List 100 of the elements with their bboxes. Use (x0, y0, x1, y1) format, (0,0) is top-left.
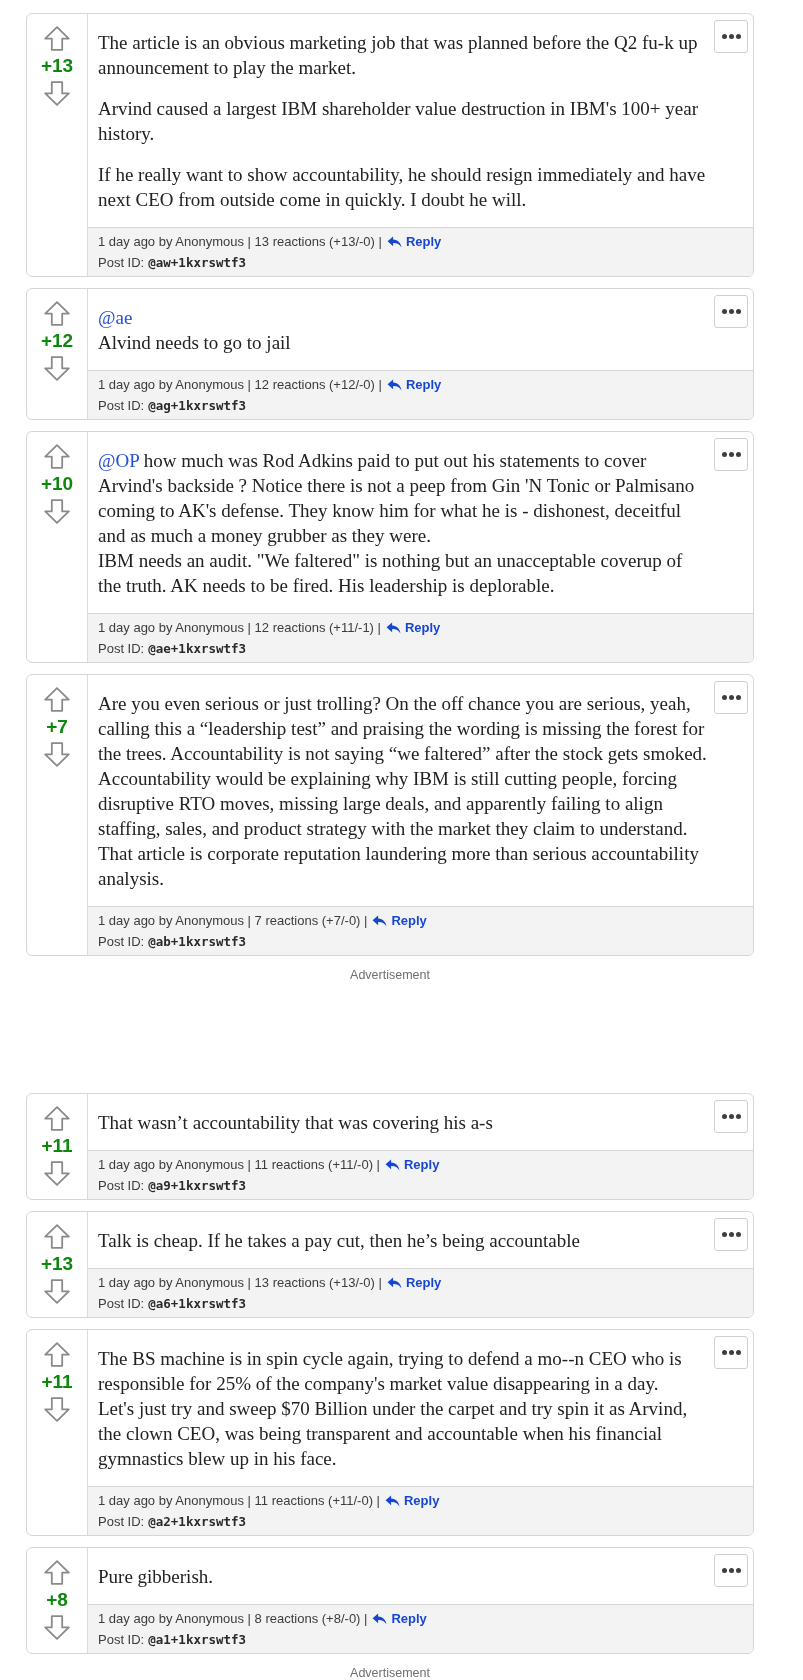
downvote-button[interactable] (44, 1161, 70, 1186)
post-id: @ab+1kxrswtf3 (148, 934, 247, 949)
down-arrow-icon (44, 81, 70, 106)
down-arrow-icon (44, 742, 70, 767)
post-meta: 1 day ago by Anonymous | 13 reactions (+13/-0) | (98, 234, 382, 249)
more-options-button[interactable] (714, 1554, 748, 1587)
ellipsis-icon (721, 1114, 741, 1119)
vote-score: +12 (40, 329, 74, 353)
comment-text: That wasn’t accountability that was covering his a-s (98, 1111, 494, 1135)
downvote-button[interactable] (44, 742, 70, 767)
reply-link[interactable]: Reply (384, 1493, 440, 1508)
post-meta: 1 day ago by Anonymous | 11 reactions (+11/-0) | (98, 1157, 380, 1172)
reply-icon (372, 914, 388, 927)
post-meta: 1 day ago by Anonymous | 7 reactions (+7/-0) | (98, 913, 368, 928)
upvote-button[interactable] (44, 301, 70, 326)
downvote-button[interactable] (44, 1615, 70, 1640)
upvote-button[interactable] (44, 1106, 70, 1131)
reply-icon (385, 621, 401, 634)
post-id: @a9+1kxrswtf3 (148, 1178, 247, 1193)
more-options-button[interactable] (714, 20, 748, 53)
ad-label: Advertisement (350, 1666, 430, 1680)
upvote-button[interactable] (44, 444, 70, 469)
upvote-button[interactable] (44, 1224, 70, 1249)
vote-score: +11 (41, 1370, 73, 1394)
more-options-button[interactable] (714, 295, 748, 328)
more-options-button[interactable] (714, 1218, 748, 1251)
ellipsis-icon (721, 452, 741, 457)
post-meta: 1 day ago by Anonymous | 12 reactions (+12/-0) | (98, 377, 382, 392)
vote-score: +10 (40, 472, 74, 496)
post-id-label: Post ID: (98, 934, 145, 949)
more-options-button[interactable] (714, 1100, 748, 1133)
ellipsis-icon (721, 1232, 741, 1237)
upvote-button[interactable] (44, 1342, 70, 1367)
reply-icon (386, 1276, 402, 1289)
comment-text: @ae Alvind needs to go to jail (98, 306, 292, 355)
upvote-button[interactable] (44, 687, 70, 712)
up-arrow-icon (44, 26, 70, 51)
up-arrow-icon (44, 687, 70, 712)
comment-text: The article is an obvious marketing job that was planned before the Q2 fu-k up announcement to play the market. (98, 31, 699, 80)
mention-link[interactable]: @OP (98, 450, 140, 471)
up-arrow-icon (44, 1224, 70, 1249)
reply-link[interactable]: Reply (386, 377, 442, 392)
up-arrow-icon (44, 1106, 70, 1131)
down-arrow-icon (44, 1615, 70, 1640)
post-id-label: Post ID: (98, 255, 145, 270)
ellipsis-icon (721, 309, 741, 314)
up-arrow-icon (44, 1342, 70, 1367)
post-meta: 1 day ago by Anonymous | 12 reactions (+11/-1) | (98, 620, 381, 635)
reply-icon (384, 1158, 400, 1171)
reply-icon (386, 378, 402, 391)
down-arrow-icon (44, 1161, 70, 1186)
ad-label: Advertisement (350, 968, 430, 982)
post-id: @ae+1kxrswtf3 (148, 641, 247, 656)
reply-link[interactable]: Reply (384, 1157, 440, 1172)
post-id-label: Post ID: (98, 1632, 145, 1647)
post-id: @a6+1kxrswtf3 (148, 1296, 247, 1311)
reply-link[interactable]: Reply (386, 234, 442, 249)
ellipsis-icon (721, 1568, 741, 1573)
upvote-button[interactable] (44, 26, 70, 51)
more-options-button[interactable] (714, 681, 748, 714)
ellipsis-icon (721, 1350, 741, 1355)
upvote-button[interactable] (44, 1560, 70, 1585)
down-arrow-icon (44, 1279, 70, 1304)
down-arrow-icon (44, 499, 70, 524)
comment-text: The BS machine is in spin cycle again, trying to defend a mo--n CEO who is responsible for 25% of the company's market value disappearing in a day. Let's just try and sweep $70 Billion under the carpet and try spin it as Arvind, the clown CEO, was being transparent and accountable when his financial gymnastics blew up in his face. (98, 1347, 689, 1471)
post-id-label: Post ID: (98, 1178, 145, 1193)
up-arrow-icon (44, 301, 70, 326)
reply-icon (372, 1612, 388, 1625)
reply-link[interactable]: Reply (372, 1611, 427, 1626)
post-id: @ag+1kxrswtf3 (148, 398, 247, 413)
post-id: @a1+1kxrswtf3 (148, 1632, 247, 1647)
reply-link[interactable]: Reply (372, 913, 427, 928)
downvote-button[interactable] (44, 81, 70, 106)
comment-text: Pure gibberish. (98, 1565, 215, 1589)
reply-link[interactable]: Reply (386, 1275, 442, 1290)
comment-text: Are you even serious or just trolling? On the off chance you are serious, yeah, calling this a “leadership test” and praising the wording is missing the forest for the trees. Accountability is not saying “we faltered” after the stock gets smoked. Accountability would be explaining why IBM is still cutting people, forcing disruptive RTO moves, missing large deals, and apparently failing to align staffing, sales, and product strategy with the market they claim to understand. That article is corporate reputation laundering more than serious accountability analysis. (98, 692, 708, 891)
post-id-label: Post ID: (98, 1514, 145, 1529)
vote-score: +7 (46, 715, 68, 739)
reply-link[interactable]: Reply (385, 620, 441, 635)
post-id-label: Post ID: (98, 398, 145, 413)
down-arrow-icon (44, 1397, 70, 1422)
more-options-button[interactable] (714, 438, 748, 471)
post-meta: 1 day ago by Anonymous | 8 reactions (+8/-0) | (98, 1611, 368, 1626)
downvote-button[interactable] (44, 1397, 70, 1422)
comment-text: @OP how much was Rod Adkins paid to put out his statements to cover Arvind's backside ? Notice there is not a peep from Gin 'N Tonic or Palmisano coming to AK's defense. They know him for what he is - dishonest, deceitful and as much a money grubber as they were. IBM needs an audit. "We faltered" is nothing but an unacceptable coverup of the truth. AK needs to be fired. His leadership is deplorable. (98, 449, 696, 598)
vote-score: +13 (40, 54, 74, 78)
ellipsis-icon (721, 34, 741, 39)
post-id: @a2+1kxrswtf3 (148, 1514, 247, 1529)
more-options-button[interactable] (714, 1336, 748, 1369)
post-meta: 1 day ago by Anonymous | 13 reactions (+13/-0) | (98, 1275, 382, 1290)
ellipsis-icon (721, 695, 741, 700)
downvote-button[interactable] (44, 499, 70, 524)
comment-text: If he really want to show accountability, he should resign immediately and have next CEO from outside come in quickly. I doubt he will. (98, 163, 707, 212)
vote-score: +11 (41, 1134, 73, 1158)
post-id-label: Post ID: (98, 1296, 145, 1311)
downvote-button[interactable] (44, 1279, 70, 1304)
downvote-button[interactable] (44, 356, 70, 381)
down-arrow-icon (44, 356, 70, 381)
mention-link[interactable]: @ae (98, 307, 133, 328)
up-arrow-icon (44, 1560, 70, 1585)
